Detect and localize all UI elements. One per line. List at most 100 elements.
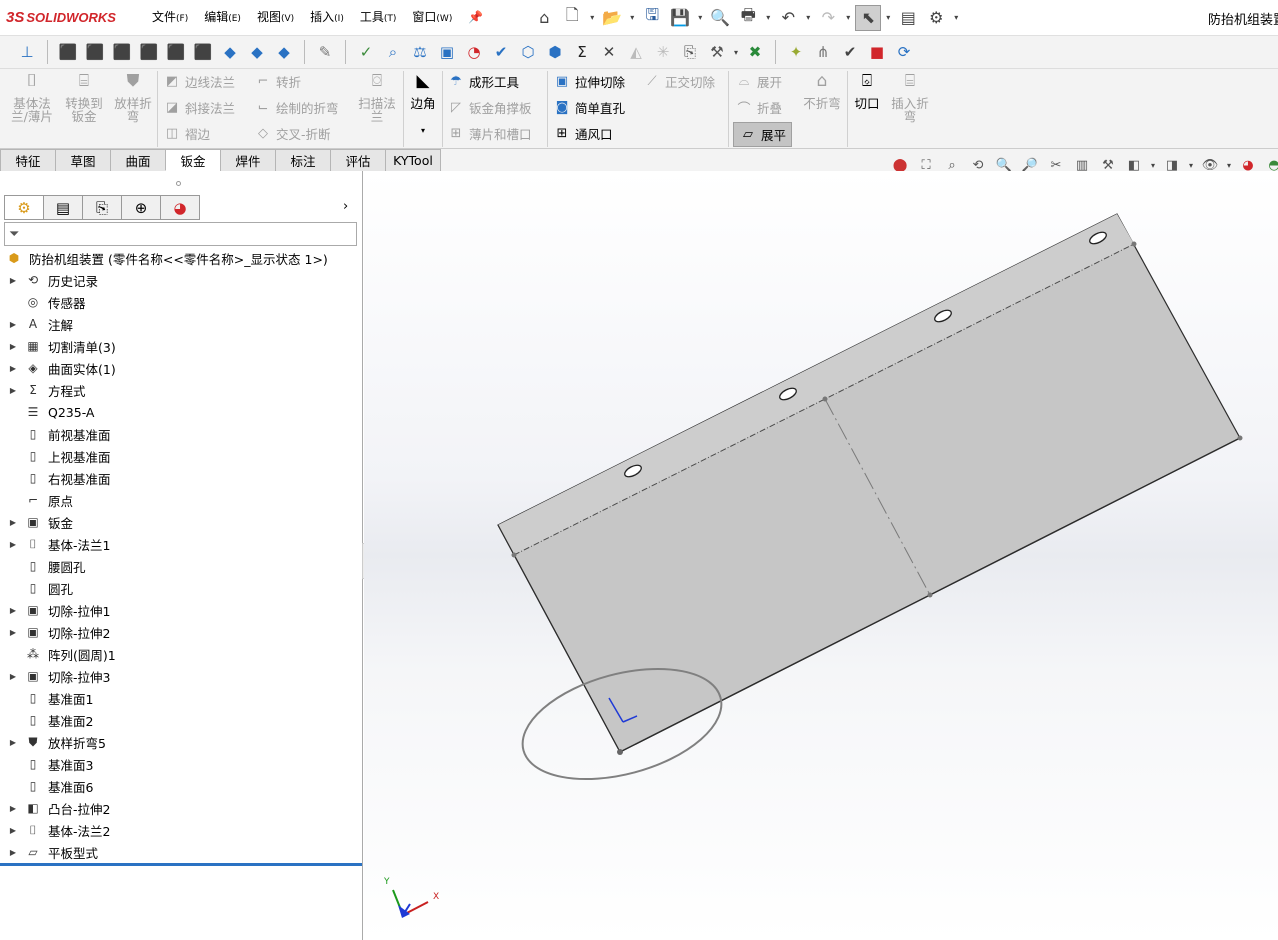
undo-dropdown-icon[interactable]: ▾ — [803, 13, 813, 22]
origin-toggle-icon[interactable]: ⊥ — [14, 39, 40, 65]
sensor-toolbar-icon[interactable]: ◔ — [461, 39, 487, 65]
tree-item[interactable]: ▯ 上视基准面 — [0, 445, 362, 467]
miter-flange-button[interactable]: ◪ 斜接法兰 — [163, 98, 235, 117]
vertex-point[interactable] — [1131, 241, 1137, 247]
tab-slot-button[interactable]: ⊞ 薄片和槽口 — [447, 124, 532, 143]
save-all-icon[interactable]: 🖫 — [639, 5, 665, 31]
expand-arrow-icon[interactable]: ▶ — [7, 540, 19, 549]
pin-icon[interactable]: 📌 — [460, 0, 491, 37]
symmetry-check-icon[interactable]: ⚒ — [704, 39, 730, 65]
tree-item[interactable]: ▯ 基准面2 — [0, 709, 362, 731]
print-icon[interactable]: 🖶 — [735, 5, 761, 31]
geometry-analysis-icon[interactable]: ⬡ — [515, 39, 541, 65]
excel-export-icon[interactable]: ✖ — [742, 39, 768, 65]
curvature-icon[interactable]: ✦ — [783, 39, 809, 65]
display-manager-tab-icon[interactable]: ◕ — [160, 195, 200, 220]
tree-item[interactable]: ▯ 前视基准面 — [0, 423, 362, 445]
expand-arrow-icon[interactable]: ▶ — [7, 848, 19, 857]
chevron-right-icon[interactable]: › — [343, 199, 348, 214]
solidworks-logo[interactable]: 3S SOLIDWORKS — [6, 9, 134, 26]
graphics-area[interactable]: X Y — [364, 171, 1278, 940]
view-top-icon[interactable]: ⬛ — [163, 39, 189, 65]
tree-item[interactable]: ▶ ⟲ 历史记录 — [0, 269, 362, 291]
accept-check-icon[interactable]: ✔ — [837, 39, 863, 65]
draft-analysis-icon[interactable]: ◭ — [623, 39, 649, 65]
expand-arrow-icon[interactable]: ▶ — [7, 672, 19, 681]
menu-edit[interactable]: 编辑(E) — [196, 0, 249, 37]
tree-item[interactable]: ▶ ⌷ 基体-法兰1 — [0, 533, 362, 555]
menu-view[interactable]: 视图(V) — [249, 0, 302, 37]
vertex-point[interactable] — [617, 749, 623, 755]
expand-arrow-icon[interactable]: ▶ — [7, 628, 19, 637]
unfold-button[interactable]: ⌓ 展开 — [735, 72, 782, 91]
eye-dropdown-icon[interactable]: ▾ — [1224, 161, 1234, 170]
undercut-icon[interactable]: ✳ — [650, 39, 676, 65]
corners-button[interactable]: ◣ 边角 ▾ — [406, 73, 440, 137]
view-dimetric-icon[interactable]: ◆ — [271, 39, 297, 65]
view-right-icon[interactable]: ⬛ — [136, 39, 162, 65]
corners-dropdown-icon[interactable]: ▾ — [406, 124, 440, 137]
cross-break-button[interactable]: ◇ 交叉-折断 — [254, 124, 331, 143]
extruded-cut-button[interactable]: ▣ 拉伸切除 — [553, 72, 625, 91]
feature-manager-tab-icon[interactable]: ⚙ — [4, 195, 44, 220]
redo-icon[interactable]: ↷ — [815, 5, 841, 31]
vent-button[interactable]: ⊞ 通风口 — [553, 124, 613, 143]
menu-insert[interactable]: 插入(I) — [302, 0, 352, 37]
print-dropdown-icon[interactable]: ▾ — [763, 13, 773, 22]
section-properties-icon[interactable]: ▣ — [434, 39, 460, 65]
new-document-icon[interactable]: 🗋 — [559, 5, 585, 31]
print-preview-icon[interactable]: 🔍 — [707, 5, 733, 31]
display-style-dropdown-icon[interactable]: ▾ — [1148, 161, 1158, 170]
view-trimetric-icon[interactable]: ◆ — [244, 39, 270, 65]
menu-file[interactable]: 文件(F) — [144, 0, 196, 37]
file-properties-icon[interactable]: ▤ — [895, 5, 921, 31]
expand-arrow-icon[interactable]: ▶ — [7, 364, 19, 373]
view-front-icon[interactable]: ⬛ — [55, 39, 81, 65]
redo-dropdown-icon[interactable]: ▾ — [843, 13, 853, 22]
tree-item[interactable]: ⁂ 阵列(圆周)1 — [0, 643, 362, 665]
vertex-point[interactable] — [1237, 435, 1243, 441]
tree-root[interactable]: ⬢ 防抬机组装置 (零件名称<<零件名称>_显示状态 1>) — [0, 247, 362, 269]
no-bends-button[interactable]: ⌂ 不折弯 — [800, 73, 844, 111]
normal-cut-button[interactable]: ⟋ 正交切除 — [643, 72, 715, 91]
vertex-point[interactable] — [511, 552, 517, 558]
edge-flange-button[interactable]: ◩ 边线法兰 — [163, 72, 235, 91]
model-view[interactable]: X Y — [364, 171, 1278, 940]
tree-item[interactable]: ▶ ⌷ 基体-法兰2 — [0, 819, 362, 841]
tree-item[interactable]: ▯ 基准面3 — [0, 753, 362, 775]
gusset-button[interactable]: ◸ 钣金角撑板 — [447, 98, 532, 117]
thickness-analysis-icon[interactable]: ⬢ — [542, 39, 568, 65]
equations-icon[interactable]: Σ — [569, 39, 595, 65]
mass-properties-icon[interactable]: ⚖ — [407, 39, 433, 65]
select-cursor-icon[interactable]: ⬉ — [855, 4, 882, 31]
edit-appearance-icon[interactable]: ✎ — [312, 39, 338, 65]
measure-icon[interactable]: ⌕ — [380, 39, 406, 65]
tree-item[interactable]: ▶ ▱ 平板型式 — [0, 841, 362, 863]
symmetry-dropdown-icon[interactable]: ▾ — [731, 48, 741, 57]
sketched-bend-button[interactable]: ⌙ 绘制的折弯 — [254, 98, 339, 117]
flatten-button[interactable]: ▱ 展平 — [733, 122, 793, 147]
home-icon[interactable]: ⌂ — [531, 5, 557, 31]
tab-evaluate[interactable]: 评估 — [330, 149, 386, 171]
menu-tools[interactable]: 工具(T) — [352, 0, 405, 37]
expand-arrow-icon[interactable]: ▶ — [7, 738, 19, 747]
base-flange-button[interactable]: ⌷ 基体法 兰/薄片 — [8, 73, 56, 124]
view-bottom-icon[interactable]: ⬛ — [190, 39, 216, 65]
expand-arrow-icon[interactable]: ▶ — [7, 826, 19, 835]
expand-arrow-icon[interactable]: ▶ — [7, 606, 19, 615]
hem-button[interactable]: ◫ 褶边 — [163, 124, 210, 143]
undo-icon[interactable]: ↶ — [775, 5, 801, 31]
tree-item[interactable]: ▶ ◧ 凸台-拉伸2 — [0, 797, 362, 819]
swept-flange-button[interactable]: ⌼ 扫描法兰 — [354, 73, 400, 124]
zebra-icon[interactable]: ⋔ — [810, 39, 836, 65]
tree-item[interactable]: ▯ 右视基准面 — [0, 467, 362, 489]
tree-filter[interactable]: ⏷ — [4, 222, 357, 246]
tree-item[interactable]: ▶ ⛊ 放样折弯5 — [0, 731, 362, 753]
configuration-manager-tab-icon[interactable]: ⎘ — [82, 195, 122, 220]
property-manager-tab-icon[interactable]: ▤ — [43, 195, 83, 220]
simple-hole-button[interactable]: ◙ 简单直孔 — [553, 98, 625, 117]
new-dropdown-icon[interactable]: ▾ — [587, 13, 597, 22]
jog-button[interactable]: ⌐ 转折 — [254, 72, 301, 91]
tab-kytool[interactable]: KYTool — [385, 149, 441, 171]
view-left-icon[interactable]: ⬛ — [109, 39, 135, 65]
